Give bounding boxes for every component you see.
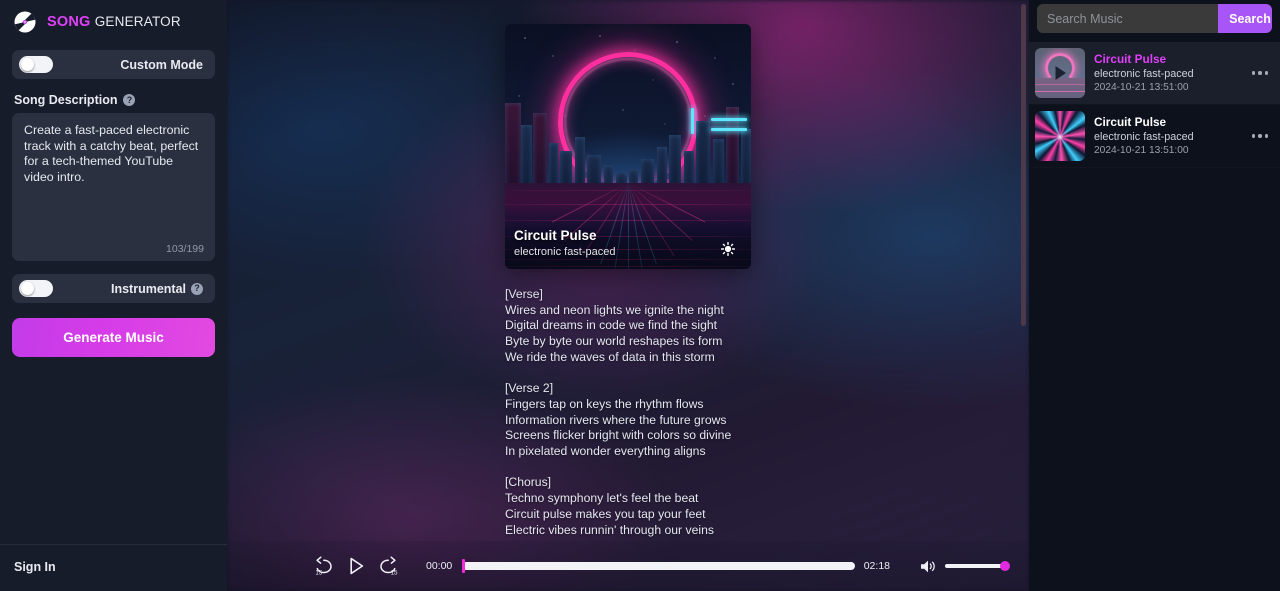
left-sidebar: SONG GENERATOR Custom Mode Song Descript… — [0, 0, 227, 591]
volume-icon[interactable] — [920, 559, 937, 574]
progress-playhead[interactable] — [462, 559, 466, 573]
play-icon — [1055, 66, 1066, 80]
track-list-item[interactable]: Circuit Pulse electronic fast-paced 2024… — [1029, 105, 1280, 168]
album-art-style: electronic fast-paced — [514, 246, 616, 258]
brand[interactable]: SONG GENERATOR — [0, 0, 227, 36]
search-bar: Search — [1037, 4, 1272, 33]
forward-15-icon[interactable]: 15 — [377, 555, 399, 577]
progress-slider[interactable] — [462, 559, 855, 573]
track-meta: Circuit Pulse electronic fast-paced 2024… — [1094, 115, 1241, 158]
content-scroll-area: Circuit Pulse electronic fast-paced [Ver… — [227, 0, 1029, 541]
track-style: electronic fast-paced — [1094, 130, 1194, 143]
song-description-label: Song Description — [14, 93, 118, 107]
svg-text:15: 15 — [391, 569, 398, 576]
track-title: Circuit Pulse — [1094, 51, 1167, 66]
transport-controls: 15 15 — [313, 555, 399, 577]
play-overlay[interactable] — [1035, 48, 1085, 98]
custom-mode-label: Custom Mode — [120, 57, 203, 72]
track-style: electronic fast-paced — [1094, 67, 1194, 80]
instrumental-label: Instrumental — [110, 281, 186, 296]
album-art: Circuit Pulse electronic fast-paced — [505, 24, 751, 269]
app-root: SONG GENERATOR Custom Mode Song Descript… — [0, 0, 1280, 591]
question-mark-icon[interactable]: ? — [191, 282, 203, 295]
more-options-icon[interactable] — [1250, 71, 1271, 75]
track-title: Circuit Pulse — [1094, 114, 1167, 129]
custom-mode-toggle-row[interactable]: Custom Mode — [12, 50, 215, 79]
brand-title: SONG GENERATOR — [47, 14, 181, 30]
volume-knob[interactable] — [1000, 561, 1010, 571]
song-description-input[interactable]: Create a fast-paced electronic track wit… — [24, 123, 203, 185]
custom-mode-switch[interactable] — [19, 56, 53, 73]
current-time: 00:00 — [426, 560, 453, 572]
sparkle-icon[interactable] — [720, 241, 736, 257]
search-input[interactable] — [1037, 4, 1218, 33]
instrumental-label-group: Instrumental ? — [111, 282, 203, 296]
track-thumbnail — [1035, 48, 1085, 98]
sign-in-section: Sign In — [0, 544, 227, 591]
brand-word-song: SONG — [47, 14, 91, 30]
svg-text:15: 15 — [315, 569, 322, 576]
char-counter: 103/199 — [166, 243, 204, 255]
volume-control — [920, 559, 1010, 574]
instrumental-toggle-row[interactable]: Instrumental ? — [12, 274, 215, 303]
play-icon[interactable] — [345, 555, 367, 577]
song-description-label-row: Song Description ? — [14, 93, 227, 107]
song-detail-column: Circuit Pulse electronic fast-paced [Ver… — [505, 24, 751, 538]
audio-player-bar: 15 15 00:00 02:18 — [227, 541, 1029, 591]
music-library-panel: Search Circuit Pulse — [1029, 0, 1280, 591]
album-art-skyline — [505, 100, 751, 195]
search-button[interactable]: Search — [1218, 4, 1272, 33]
generate-music-button[interactable]: Generate Music — [12, 318, 215, 357]
track-date: 2024-10-21 13:51:00 — [1094, 81, 1189, 93]
track-thumbnail — [1035, 111, 1085, 161]
album-art-title: Circuit Pulse — [514, 228, 597, 243]
vinyl-record-icon — [12, 9, 38, 35]
instrumental-switch[interactable] — [19, 280, 53, 297]
content-scrollbar[interactable] — [1021, 4, 1026, 326]
song-lyrics: [Verse] Wires and neon lights we ignite … — [505, 287, 732, 537]
more-options-icon[interactable] — [1250, 134, 1271, 138]
sign-in-button[interactable]: Sign In — [14, 560, 56, 574]
track-list-item[interactable]: Circuit Pulse electronic fast-paced 2024… — [1029, 42, 1280, 105]
brand-word-generator: GENERATOR — [94, 14, 181, 29]
question-mark-icon[interactable]: ? — [123, 94, 136, 106]
main-stage: Circuit Pulse electronic fast-paced [Ver… — [227, 0, 1029, 591]
track-date: 2024-10-21 13:51:00 — [1094, 144, 1189, 156]
rewind-15-icon[interactable]: 15 — [313, 555, 335, 577]
track-meta: Circuit Pulse electronic fast-paced 2024… — [1094, 52, 1241, 95]
song-description-field[interactable]: Create a fast-paced electronic track wit… — [12, 113, 215, 261]
total-time: 02:18 — [863, 560, 890, 572]
track-list: Circuit Pulse electronic fast-paced 2024… — [1029, 42, 1280, 168]
volume-slider[interactable] — [945, 561, 1010, 571]
